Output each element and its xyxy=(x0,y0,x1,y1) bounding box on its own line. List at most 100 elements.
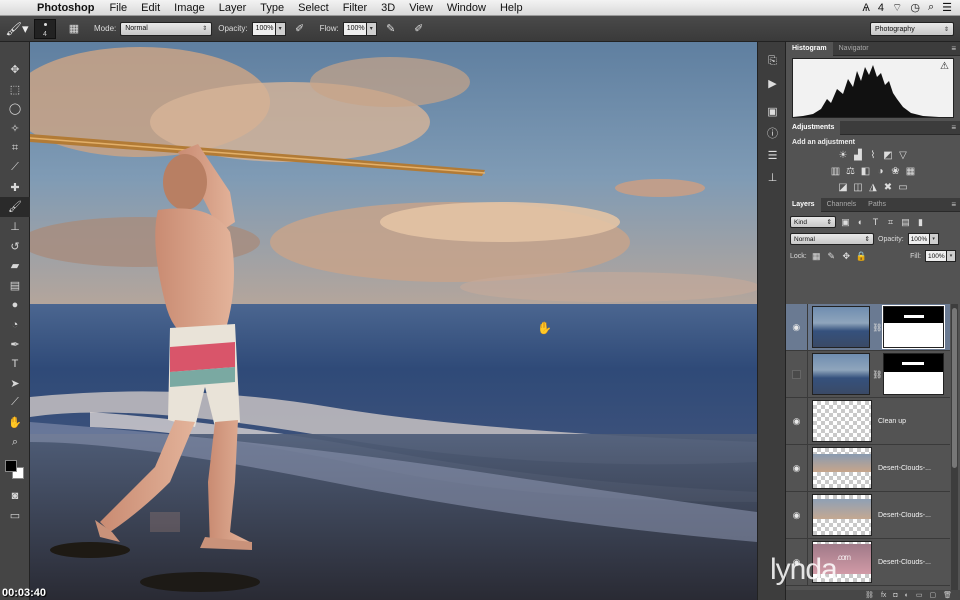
warning-icon[interactable]: ⚠ xyxy=(940,61,949,72)
flow-dropdown-icon[interactable]: ▾ xyxy=(366,21,377,36)
healing-brush-tool-icon[interactable]: ✚ xyxy=(0,178,30,198)
posterize-icon[interactable]: ◫ xyxy=(853,182,864,193)
pressure-opacity-icon[interactable]: ✐ xyxy=(291,20,309,38)
eraser-tool-icon[interactable]: ▰ xyxy=(0,256,30,276)
black-white-icon[interactable]: ◧ xyxy=(860,166,871,177)
threshold-icon[interactable]: ◮ xyxy=(868,182,879,193)
screen-mode-icon[interactable]: ▭ xyxy=(0,505,30,525)
menu-view[interactable]: View xyxy=(402,2,440,14)
pixel-filter-icon[interactable]: ▣ xyxy=(840,217,851,228)
menu-3d[interactable]: 3D xyxy=(374,2,402,14)
adobe-icon[interactable]: Ѧ xyxy=(863,2,870,14)
channel-mixer-icon[interactable]: ❀ xyxy=(890,166,901,177)
flow-field[interactable]: 100% xyxy=(342,21,367,36)
levels-icon[interactable]: ▟ xyxy=(853,150,864,161)
visibility-eye-icon[interactable]: ◉ xyxy=(786,444,808,492)
zoom-tool-icon[interactable]: ⌕ xyxy=(0,432,30,452)
vibrance-icon[interactable]: ▽ xyxy=(898,150,909,161)
pen-tool-icon[interactable]: ✒ xyxy=(0,334,30,354)
path-select-tool-icon[interactable]: ➤ xyxy=(0,374,30,394)
visibility-toggle[interactable] xyxy=(786,350,808,398)
blur-tool-icon[interactable]: ● xyxy=(0,295,30,315)
layer-row[interactable]: ◉ ⛓ xyxy=(786,304,950,351)
list-icon[interactable]: ☰ xyxy=(942,1,952,14)
layer-row[interactable]: ⛓ xyxy=(786,350,950,398)
brush-tool-icon[interactable]: 🖌 xyxy=(0,197,30,217)
gradient-tool-icon[interactable]: ▤ xyxy=(0,276,30,296)
tab-navigator[interactable]: Navigator xyxy=(833,42,875,56)
brush-presets-icon[interactable]: ▣ xyxy=(758,100,787,122)
menu-edit[interactable]: Edit xyxy=(134,2,167,14)
curves-icon[interactable]: ⌇ xyxy=(868,150,879,161)
quick-select-tool-icon[interactable]: ✧ xyxy=(0,119,30,139)
menu-filter[interactable]: Filter xyxy=(336,2,374,14)
fill-field[interactable]: 100% xyxy=(925,250,947,262)
color-lookup-icon[interactable]: ▦ xyxy=(905,166,916,177)
mode-select[interactable]: Normal ⇕ xyxy=(120,21,213,36)
layer-mask-thumbnail[interactable] xyxy=(883,353,944,395)
brush-tool-preset-icon[interactable]: 🖌▾ xyxy=(0,18,34,40)
layer-mask-thumbnail[interactable] xyxy=(882,305,945,349)
layer-thumbnail[interactable] xyxy=(812,494,872,536)
opacity-dropdown-icon[interactable]: ▾ xyxy=(275,21,286,36)
layer-opacity-field[interactable]: 100% xyxy=(907,233,930,245)
adjustment-filter-icon[interactable]: ◐ xyxy=(855,217,866,228)
eyedropper-tool-icon[interactable]: ⟋ xyxy=(0,158,30,178)
layer-thumbnail[interactable] xyxy=(812,400,872,442)
foreground-color[interactable] xyxy=(5,459,17,472)
blend-mode-select[interactable]: Normal ⇕ xyxy=(790,233,874,245)
layer-name[interactable]: Desert-Clouds-... xyxy=(878,512,931,519)
history-panel-icon[interactable]: ⎘ xyxy=(758,50,787,72)
invert-icon[interactable]: ◪ xyxy=(838,182,849,193)
move-tool-icon[interactable]: ✥ xyxy=(0,60,30,80)
layer-thumbnail[interactable] xyxy=(811,306,871,348)
tab-histogram[interactable]: Histogram xyxy=(786,41,833,56)
panel-menu-icon[interactable]: ≡ xyxy=(951,200,956,209)
new-layer-icon[interactable]: ▢ xyxy=(929,591,936,599)
history-brush-tool-icon[interactable]: ↺ xyxy=(0,236,30,256)
layer-thumbnail[interactable] xyxy=(812,447,872,489)
document-canvas[interactable]: ✋ xyxy=(30,42,757,600)
photo-filter-icon[interactable]: ◑ xyxy=(875,166,886,177)
lasso-tool-icon[interactable]: ◯ xyxy=(0,99,30,119)
filter-toggle-icon[interactable]: ▮ xyxy=(915,217,926,228)
wifi-icon[interactable]: ⌔ xyxy=(892,1,902,15)
visibility-eye-icon[interactable]: ◉ xyxy=(786,491,808,539)
airbrush-icon[interactable]: ✎ xyxy=(382,20,400,38)
layer-thumbnail[interactable] xyxy=(811,353,871,395)
layers-scrollbar[interactable] xyxy=(951,304,958,594)
visibility-eye-icon[interactable]: ◉ xyxy=(786,304,808,351)
visibility-eye-icon[interactable]: ◉ xyxy=(786,397,808,445)
layer-row[interactable]: ◉ Clean up xyxy=(786,397,950,445)
tab-paths[interactable]: Paths xyxy=(862,198,892,212)
properties-panel-icon[interactable]: ☰ xyxy=(758,144,787,166)
type-filter-icon[interactable]: T xyxy=(870,217,881,228)
spotlight-icon[interactable]: ⌕ xyxy=(928,1,934,14)
dodge-tool-icon[interactable]: ◔ xyxy=(0,315,30,335)
menu-help[interactable]: Help xyxy=(493,2,530,14)
layer-name[interactable]: Clean up xyxy=(878,418,906,425)
brush-panel-icon[interactable]: ▦ xyxy=(65,20,83,38)
line-tool-icon[interactable]: ⟋ xyxy=(0,393,30,413)
panel-menu-icon[interactable]: ≡ xyxy=(951,44,956,53)
pressure-size-icon[interactable]: ✐ xyxy=(410,20,428,38)
type-tool-icon[interactable]: T xyxy=(0,354,30,374)
layer-style-icon[interactable]: fx xyxy=(881,592,886,599)
add-mask-icon[interactable]: ◘ xyxy=(893,592,897,599)
panel-menu-icon[interactable]: ≡ xyxy=(951,123,956,132)
selective-color-icon[interactable]: ✖ xyxy=(883,182,894,193)
link-icon[interactable]: ⛓ xyxy=(872,370,882,379)
info-panel-icon[interactable]: ⓘ xyxy=(758,122,787,144)
tab-channels[interactable]: Channels xyxy=(821,198,863,212)
tab-adjustments[interactable]: Adjustments xyxy=(786,120,841,135)
smart-object-filter-icon[interactable]: ▤ xyxy=(900,217,911,228)
hue-saturation-icon[interactable]: ▥ xyxy=(830,166,841,177)
layer-row[interactable]: ◉ Desert-Clouds-... xyxy=(786,444,950,492)
menu-app-name[interactable]: Photoshop xyxy=(30,2,102,14)
tab-layers[interactable]: Layers xyxy=(786,197,821,212)
clone-source-icon[interactable]: ⊥ xyxy=(758,166,787,188)
link-layers-icon[interactable]: ⛓ xyxy=(865,591,874,599)
new-adjustment-icon[interactable]: ◐ xyxy=(905,592,909,599)
layer-row[interactable]: ◉ Desert-Clouds-... xyxy=(786,491,950,539)
lock-transparency-icon[interactable]: ▦ xyxy=(811,251,822,262)
